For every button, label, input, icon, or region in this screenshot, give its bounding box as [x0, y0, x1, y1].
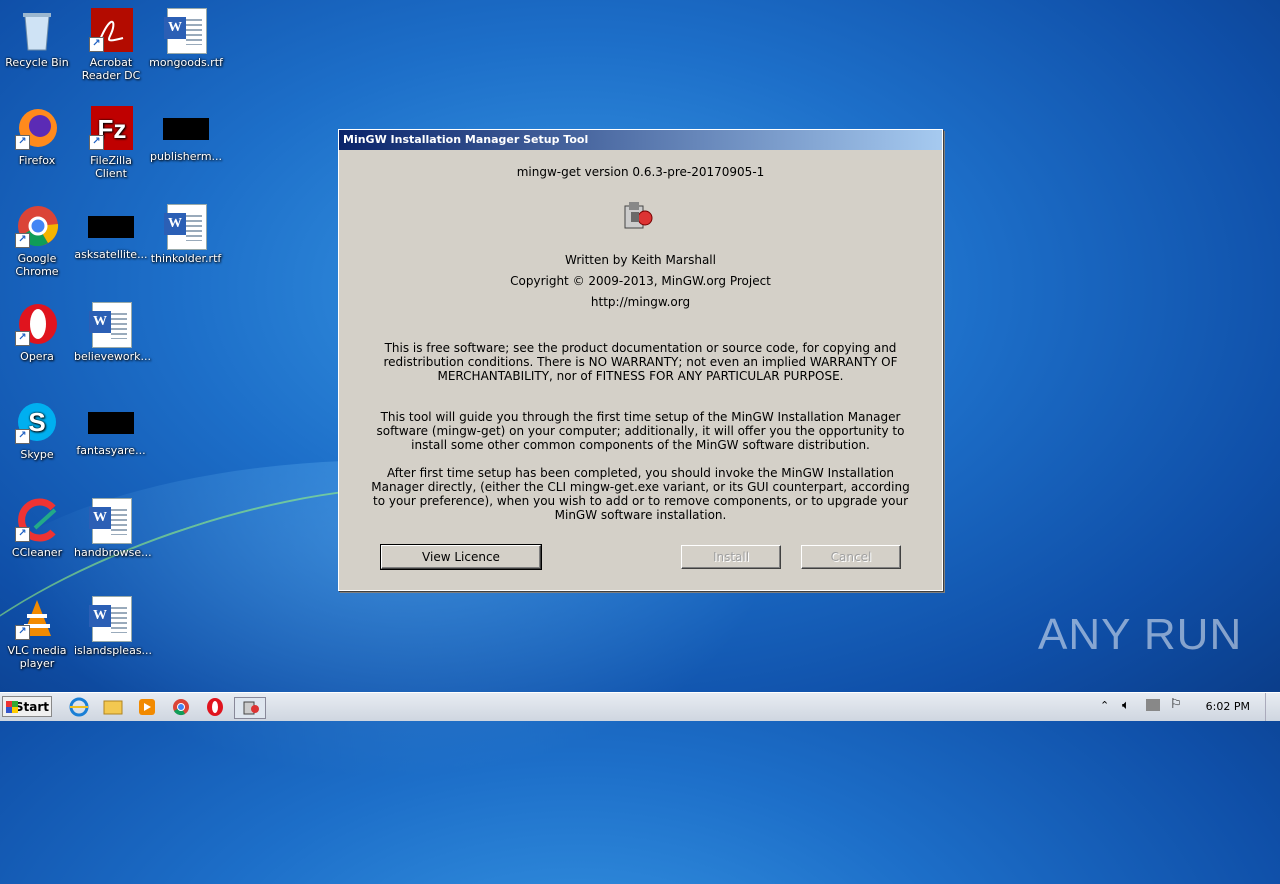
- windows-flag-icon: [6, 701, 18, 713]
- after-setup-paragraph: After first time setup has been complete…: [371, 466, 910, 522]
- show-desktop-button[interactable]: [1265, 693, 1280, 721]
- chrome-taskbar-icon[interactable]: [170, 697, 192, 717]
- desktop-icon-label: Recycle Bin: [5, 56, 69, 69]
- desktop-icon-vlc[interactable]: ↗ VLC media player: [0, 596, 74, 670]
- shortcut-arrow-icon: ↗: [15, 135, 30, 150]
- svg-text:S: S: [28, 407, 45, 437]
- desktop-icon-label: Firefox: [18, 154, 56, 167]
- desktop-icon-filezilla[interactable]: Fz ↗ FileZilla Client: [74, 106, 148, 180]
- desktop-icon-asksatellite[interactable]: asksatellite...: [74, 204, 148, 261]
- desktop-icon-label: asksatellite...: [74, 248, 148, 261]
- internet-explorer-icon[interactable]: [68, 697, 90, 717]
- start-button[interactable]: Start: [2, 696, 52, 717]
- file-thumbnail: [163, 118, 209, 140]
- filezilla-icon: Fz ↗: [89, 106, 133, 150]
- recycle-bin-icon: [15, 8, 59, 52]
- ccleaner-icon: ↗: [15, 498, 59, 542]
- word-document-icon: W: [89, 498, 132, 544]
- desktop-icon-firefox[interactable]: ↗ Firefox: [0, 106, 74, 167]
- desktop-icon-label: islandspleas...: [74, 644, 153, 657]
- website-link[interactable]: http://mingw.org: [339, 295, 942, 309]
- desktop-icon-skype[interactable]: S ↗ Skype: [0, 400, 74, 461]
- desktop-icon-believework[interactable]: W believework...: [74, 302, 152, 363]
- skype-icon: S ↗: [15, 400, 59, 444]
- shortcut-arrow-icon: ↗: [15, 527, 30, 542]
- desktop-icon-publisherm[interactable]: publisherm...: [149, 106, 223, 163]
- shortcut-arrow-icon: ↗: [15, 429, 30, 444]
- media-player-icon[interactable]: [136, 697, 158, 717]
- view-licence-button[interactable]: View Licence: [380, 544, 542, 570]
- taskbar: Start ⌃ 🔈︎ ⚐ 6:02 PM: [0, 692, 1280, 721]
- desktop-icon-ccleaner[interactable]: ↗ CCleaner: [0, 498, 74, 559]
- acrobat-icon: ↗: [89, 8, 133, 52]
- taskbar-clock[interactable]: 6:02 PM: [1206, 693, 1250, 721]
- desktop-icon-label: Acrobat Reader DC: [81, 56, 141, 82]
- opera-taskbar-icon[interactable]: [204, 697, 226, 717]
- word-document-icon: W: [89, 302, 132, 348]
- file-thumbnail: [88, 216, 134, 238]
- opera-icon: ↗: [15, 302, 59, 346]
- file-explorer-icon[interactable]: [102, 697, 124, 717]
- version-text: mingw-get version 0.6.3-pre-20170905-1: [516, 165, 765, 179]
- action-center-flag-icon[interactable]: ⚐: [1170, 697, 1182, 712]
- desktop-icon-label: FileZilla Client: [90, 154, 132, 180]
- desktop-icon-fantasyare[interactable]: fantasyare...: [74, 400, 148, 457]
- setup-dialog: MinGW Installation Manager Setup Tool mi…: [338, 129, 943, 591]
- desktop-icon-label: publisherm...: [149, 150, 223, 163]
- start-label: Start: [14, 700, 49, 714]
- installer-app-icon: [621, 200, 655, 234]
- chrome-icon: ↗: [15, 204, 59, 248]
- desktop-icon-label: Google Chrome: [15, 252, 59, 278]
- word-document-icon: W: [89, 596, 132, 642]
- vlc-icon: ↗: [15, 596, 59, 640]
- mingw-setup-taskbar-button[interactable]: [234, 697, 266, 719]
- dialog-title[interactable]: MinGW Installation Manager Setup Tool: [339, 130, 942, 150]
- word-document-icon: W: [164, 204, 207, 250]
- shortcut-arrow-icon: ↗: [15, 331, 30, 346]
- desktop-icon-label: Opera: [20, 350, 54, 363]
- shortcut-arrow-icon: ↗: [89, 135, 104, 150]
- volume-icon[interactable]: 🔈︎: [1122, 698, 1130, 713]
- desktop-icon-label: VLC media player: [7, 644, 67, 670]
- network-icon[interactable]: [1146, 699, 1160, 711]
- shortcut-arrow-icon: ↗: [89, 37, 104, 52]
- desktop-icon-label: CCleaner: [11, 546, 63, 559]
- desktop-icon-label: mongoods.rtf: [149, 56, 223, 69]
- copyright-text: Copyright © 2009-2013, MinGW.org Project: [510, 274, 771, 288]
- system-tray: ⌃ 🔈︎ ⚐ 6:02 PM: [1100, 693, 1280, 721]
- desktop-icon-label: fantasyare...: [76, 444, 146, 457]
- desktop-icon-chrome[interactable]: ↗ Google Chrome: [0, 204, 74, 278]
- desktop-icon-mongoods[interactable]: W mongoods.rtf: [149, 8, 223, 69]
- firefox-icon: ↗: [15, 106, 59, 150]
- license-paragraph: This is free software; see the product d…: [383, 341, 898, 383]
- shortcut-arrow-icon: ↗: [15, 625, 30, 640]
- desktop-icon-label: handbrowse...: [74, 546, 152, 559]
- desktop-icon-label: Skype: [20, 448, 54, 461]
- desktop-icon-opera[interactable]: ↗ Opera: [0, 302, 74, 363]
- desktop-icon-islandspleas[interactable]: W islandspleas...: [74, 596, 153, 657]
- desktop-icon-label: believework...: [74, 350, 152, 363]
- desktop-icon-thinkolder[interactable]: W thinkolder.rtf: [149, 204, 223, 265]
- word-document-icon: W: [164, 8, 207, 54]
- desktop-icon-acrobat[interactable]: ↗ Acrobat Reader DC: [74, 8, 148, 82]
- cancel-button[interactable]: Cancel: [801, 545, 901, 569]
- author-text: Written by Keith Marshall: [565, 253, 716, 267]
- guide-paragraph: This tool will guide you through the fir…: [376, 410, 905, 452]
- desktop-icon-handbrowse[interactable]: W handbrowse...: [74, 498, 152, 559]
- desktop-icon-label: thinkolder.rtf: [150, 252, 222, 265]
- install-button[interactable]: Install: [681, 545, 781, 569]
- anyrun-watermark: ANY RUN: [1038, 610, 1243, 659]
- desktop-icon-recycle-bin[interactable]: Recycle Bin: [0, 8, 74, 69]
- shortcut-arrow-icon: ↗: [15, 233, 30, 248]
- file-thumbnail: [88, 412, 134, 434]
- show-hidden-icons-icon[interactable]: ⌃: [1100, 699, 1109, 712]
